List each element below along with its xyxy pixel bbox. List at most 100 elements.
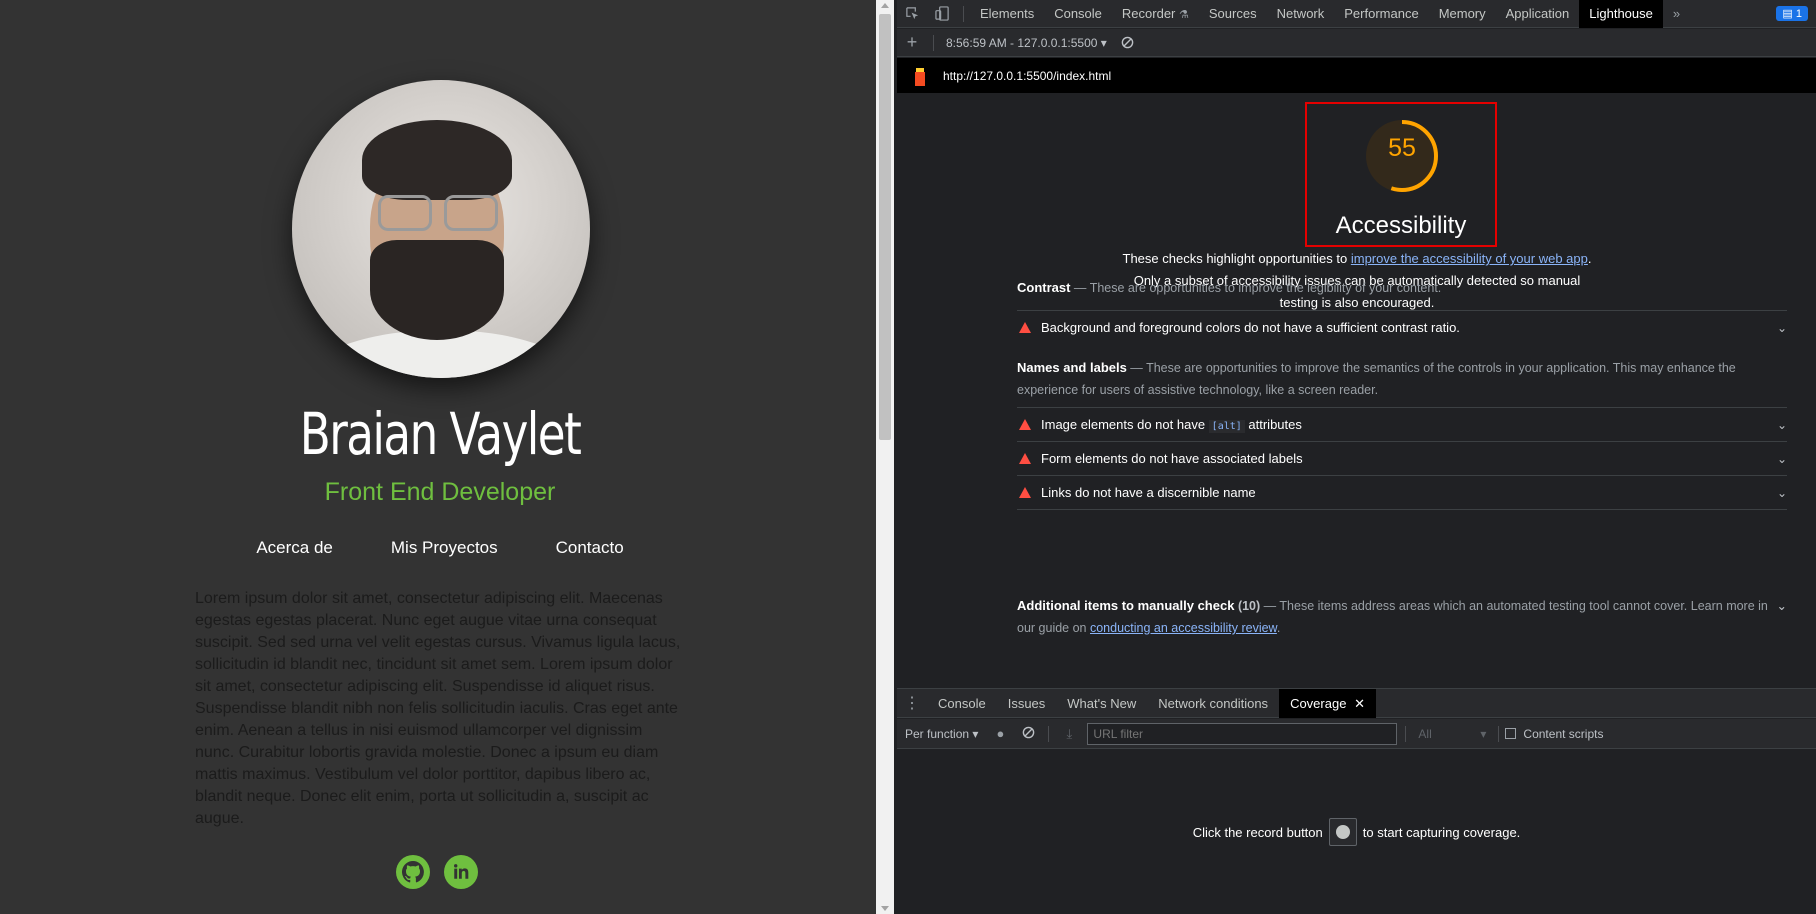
tab-recorder-label: Recorder xyxy=(1121,5,1176,21)
audit-title: Image elements do not have [alt] attribu… xyxy=(1041,417,1302,433)
description-text: These checks highlight opportunities to xyxy=(1122,251,1351,266)
audit-link-name[interactable]: Links do not have a discernible name ⌄ xyxy=(1017,475,1787,509)
linkedin-icon[interactable] xyxy=(444,855,478,889)
clear-icon[interactable] xyxy=(1014,726,1042,742)
tab-memory[interactable]: Memory xyxy=(1429,0,1496,28)
issues-badge[interactable]: ▤ 1 xyxy=(1776,6,1808,21)
device-toolbar-icon[interactable] xyxy=(927,0,957,28)
audit-color-contrast[interactable]: Background and foreground colors do not … xyxy=(1017,310,1787,344)
chevron-down-icon[interactable]: ⌄ xyxy=(1777,486,1787,500)
more-tabs-chevron-icon[interactable]: » xyxy=(1663,0,1690,28)
dropdown-arrow-icon: ▾ xyxy=(1480,726,1487,741)
tab-recorder[interactable]: Recorder ⚗ xyxy=(1112,0,1199,28)
manual-count: (10) xyxy=(1237,599,1261,613)
plus-icon[interactable]: + xyxy=(897,29,927,57)
audit-label[interactable]: Form elements do not have associated lab… xyxy=(1017,441,1787,475)
audit-title-text-end: attributes xyxy=(1244,417,1302,432)
content-scripts-label: Content scripts xyxy=(1523,726,1604,741)
report-url-bar: http://127.0.0.1:5500/index.html xyxy=(897,58,1816,93)
close-icon[interactable]: ✕ xyxy=(1354,696,1365,711)
toolbar-divider xyxy=(963,5,964,22)
dropdown-arrow-icon: ▾ xyxy=(972,726,979,741)
toolbar-divider xyxy=(1048,725,1050,742)
flask-icon: ⚗ xyxy=(1179,8,1189,21)
tab-sources[interactable]: Sources xyxy=(1199,0,1267,28)
page-scrollbar[interactable] xyxy=(876,0,894,914)
drawer-tab-issues[interactable]: Issues xyxy=(997,689,1057,718)
tab-lighthouse[interactable]: Lighthouse xyxy=(1579,0,1663,28)
clear-all-icon[interactable] xyxy=(1113,29,1143,57)
chevron-down-icon[interactable]: ⌄ xyxy=(1777,595,1787,617)
audit-title: Background and foreground colors do not … xyxy=(1041,320,1460,335)
audit-title: Links do not have a discernible name xyxy=(1041,485,1256,500)
page-nav: Acerca de Mis Proyectos Contacto xyxy=(0,538,880,558)
tab-performance[interactable]: Performance xyxy=(1334,0,1428,28)
drawer-tab-console[interactable]: Console xyxy=(927,689,997,718)
names-title: Names and labels xyxy=(1017,360,1127,375)
inspect-element-icon[interactable] xyxy=(897,0,927,28)
github-icon[interactable] xyxy=(396,855,430,889)
lighthouse-report: 55 Accessibility These checks highlight … xyxy=(897,93,1816,688)
contrast-group-header: Contrast — These are opportunities to im… xyxy=(1017,280,1442,295)
accessibility-docs-link[interactable]: improve the accessibility of your web ap… xyxy=(1351,251,1588,266)
issues-count: 1 xyxy=(1795,8,1802,20)
avatar-hair xyxy=(362,120,512,200)
coverage-mode-label: Per function xyxy=(905,726,970,741)
nav-link-about[interactable]: Acerca de xyxy=(256,538,333,558)
devtools-panel: Elements Console Recorder ⚗ Sources Netw… xyxy=(897,0,1816,914)
report-selector[interactable]: 8:56:59 AM - 127.0.0.1:5500 ▾ xyxy=(940,36,1113,50)
fail-triangle-icon xyxy=(1019,322,1031,333)
chevron-down-icon[interactable]: ⌄ xyxy=(1777,321,1787,335)
contrast-title: Contrast xyxy=(1017,280,1071,295)
coverage-type-select[interactable]: All ▾ xyxy=(1412,727,1492,741)
coverage-body: Click the record button to start capturi… xyxy=(897,749,1816,914)
record-button[interactable] xyxy=(1328,818,1357,846)
contrast-desc: These are opportunities to improve the l… xyxy=(1089,281,1442,295)
chevron-down-icon[interactable]: ⌄ xyxy=(1777,452,1787,466)
accessibility-review-link[interactable]: conducting an accessibility review xyxy=(1090,621,1277,635)
nav-link-projects[interactable]: Mis Proyectos xyxy=(391,538,498,558)
tab-application[interactable]: Application xyxy=(1496,0,1580,28)
about-paragraph: Lorem ipsum dolor sit amet, consectetur … xyxy=(195,590,681,827)
manual-title: Additional items to manually check xyxy=(1017,598,1235,613)
manual-group-header[interactable]: Additional items to manually check (10) … xyxy=(1017,595,1787,639)
coverage-mode-select[interactable]: Per function ▾ xyxy=(897,727,986,741)
record-dot-icon xyxy=(1335,825,1350,839)
empty-text-before: Click the record button xyxy=(1192,824,1323,840)
names-group-header: Names and labels — These are opportuniti… xyxy=(1017,360,1736,397)
audit-image-alt[interactable]: Image elements do not have [alt] attribu… xyxy=(1017,407,1787,441)
devtools-tabbar: Elements Console Recorder ⚗ Sources Netw… xyxy=(897,0,1816,28)
category-title: Accessibility xyxy=(1335,212,1467,239)
divider xyxy=(1017,509,1787,510)
score-gauge-highlight: 55 Accessibility xyxy=(1305,102,1497,247)
record-icon[interactable]: ● xyxy=(986,726,1014,741)
drawer-tab-coverage[interactable]: Coverage ✕ xyxy=(1279,688,1376,718)
audit-title-text: Image elements do not have xyxy=(1041,417,1209,432)
download-icon[interactable]: ⤓ xyxy=(1055,726,1083,742)
toolbar-divider xyxy=(933,34,934,51)
scrollbar-thumb[interactable] xyxy=(879,14,891,440)
nav-link-contact[interactable]: Contacto xyxy=(556,538,624,558)
scroll-up-arrow-icon[interactable] xyxy=(881,3,889,8)
coverage-empty-message: Click the record button to start capturi… xyxy=(897,818,1816,846)
tab-elements[interactable]: Elements xyxy=(970,0,1044,28)
tab-console[interactable]: Console xyxy=(1044,0,1112,28)
fail-triangle-icon xyxy=(1019,487,1031,498)
report-url[interactable]: http://127.0.0.1:5500/index.html xyxy=(943,69,1111,83)
checkbox-box[interactable] xyxy=(1505,728,1517,739)
scroll-down-arrow-icon[interactable] xyxy=(881,906,889,911)
tab-network[interactable]: Network xyxy=(1267,0,1335,28)
chevron-down-icon[interactable]: ⌄ xyxy=(1777,418,1787,432)
screen: Braian Vaylet Front End Developer Acerca… xyxy=(0,0,1816,914)
lighthouse-toolbar: + 8:56:59 AM - 127.0.0.1:5500 ▾ xyxy=(897,29,1816,57)
content-scripts-checkbox[interactable]: Content scripts xyxy=(1505,727,1603,741)
drawer-tab-whats-new[interactable]: What's New xyxy=(1056,689,1147,718)
social-links xyxy=(396,855,478,889)
chat-icon: ▤ xyxy=(1782,8,1793,20)
fail-triangle-icon xyxy=(1019,419,1031,430)
kebab-menu-icon[interactable]: ⋮ xyxy=(897,689,927,717)
drawer-tab-network-conditions[interactable]: Network conditions xyxy=(1147,689,1279,718)
url-filter-input[interactable] xyxy=(1087,722,1398,745)
drawer-tabbar: ⋮ Console Issues What's New Network cond… xyxy=(897,688,1816,718)
profile-name: Braian Vaylet xyxy=(299,400,582,468)
